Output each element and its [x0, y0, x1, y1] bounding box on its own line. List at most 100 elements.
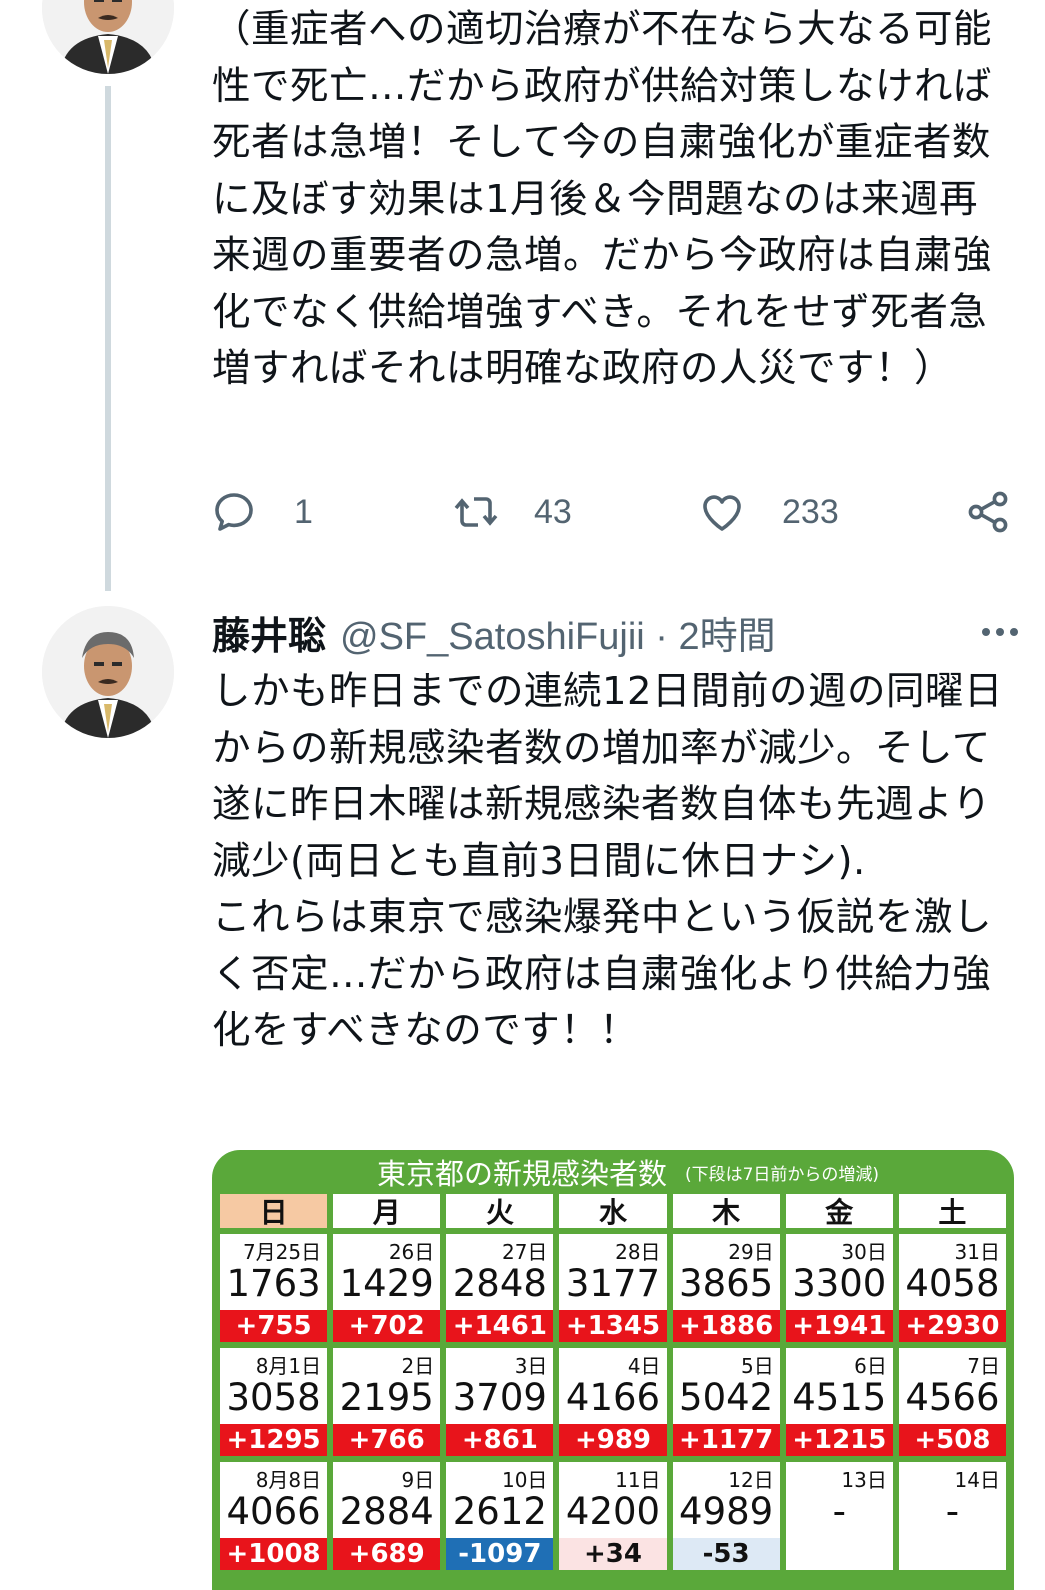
- day-cell: 10日 2612 -1097: [446, 1462, 554, 1570]
- day-cell: 13日 -: [785, 1462, 893, 1570]
- day-new-cases: -: [945, 1490, 960, 1533]
- tweet-avatar[interactable]: [42, 606, 174, 738]
- day-new-cases: -: [832, 1490, 846, 1533]
- like-count: 233: [782, 492, 839, 531]
- retweet-button[interactable]: 43: [452, 482, 572, 542]
- day-date: 8月8日: [255, 1468, 322, 1492]
- day-new-cases: 4058: [905, 1262, 1000, 1305]
- day-new-cases: 4066: [226, 1490, 321, 1533]
- day-date: 4日: [627, 1354, 661, 1378]
- day-new-cases: 4515: [792, 1376, 887, 1419]
- day-new-cases: 3058: [226, 1376, 321, 1419]
- day-cell: 7日 4566 +508: [898, 1348, 1006, 1456]
- cases-table: 日月火水木金土 7月25日 1763 +755 26日 1429 +702 27日 2848 +1…: [220, 1194, 1006, 1576]
- day-change: +689: [333, 1538, 441, 1570]
- day-date: 3日: [514, 1354, 548, 1378]
- more-icon-dot: [996, 628, 1004, 636]
- day-date: 31日: [954, 1240, 1000, 1264]
- share-button[interactable]: [964, 482, 1012, 542]
- day-change: -1097: [446, 1538, 554, 1570]
- day-date: 28日: [615, 1240, 661, 1264]
- table-title-bar: 東京都の新規感染者数 (下段は7日前からの増減): [212, 1150, 1014, 1194]
- day-date: 6日: [854, 1354, 887, 1378]
- day-change: -53: [672, 1538, 780, 1570]
- day-cell: 8月1日 3058 +1295: [220, 1348, 328, 1456]
- day-cell: 8月8日 4066 +1008: [220, 1462, 328, 1570]
- day-new-cases: 1763: [226, 1262, 321, 1305]
- day-cell: 29日 3865 +1886: [672, 1234, 780, 1342]
- tweet-actions-bar: 1 43 233: [0, 482, 1045, 542]
- day-change: +989: [559, 1424, 667, 1456]
- day-date: 12日: [728, 1468, 774, 1492]
- day-cell: 7月25日 1763 +755: [220, 1234, 328, 1342]
- tweet-header: 藤井聡 @SF_SatoshiFujii · 2時間: [212, 606, 1012, 658]
- day-change: +1345: [559, 1310, 667, 1342]
- avatar-photo-icon: [42, 606, 174, 738]
- day-new-cases: 3709: [452, 1376, 547, 1419]
- day-date: 11日: [615, 1468, 661, 1492]
- reply-button[interactable]: 1: [210, 482, 313, 542]
- day-change: +2930: [898, 1310, 1006, 1342]
- day-cell: 2日 2195 +766: [333, 1348, 441, 1456]
- day-date: 8月1日: [255, 1354, 322, 1378]
- day-new-cases: 4989: [679, 1490, 774, 1533]
- weekday-header: 金: [785, 1194, 893, 1229]
- day-date: 9日: [401, 1468, 435, 1492]
- day-cell: 9日 2884 +689: [333, 1462, 441, 1570]
- retweet-count: 43: [534, 492, 572, 531]
- day-change: +508: [898, 1424, 1006, 1456]
- like-icon: [703, 495, 741, 531]
- day-change: +34: [559, 1538, 667, 1570]
- day-date: 29日: [728, 1240, 774, 1264]
- reply-count: 1: [294, 492, 313, 531]
- day-cell: 12日 4989 -53: [672, 1462, 780, 1570]
- day-change: +755: [220, 1310, 328, 1342]
- tweet-text: しかも昨日までの連続12日間前の週の同曜日からの新規感染者数の増加率が減少。そし…: [212, 669, 1003, 1053]
- day-cell: 28日 3177 +1345: [559, 1234, 667, 1342]
- day-date: 5日: [740, 1354, 774, 1378]
- day-cell: 11日 4200 +34: [559, 1462, 667, 1570]
- tweet-media-image[interactable]: 東京都の新規感染者数 (下段は7日前からの増減) 日月火水木金土 7月25日 176…: [212, 1150, 1014, 1590]
- day-date: 26日: [388, 1240, 435, 1264]
- like-button[interactable]: 233: [698, 482, 839, 542]
- day-change: [898, 1538, 1006, 1570]
- day-change: +1008: [220, 1538, 328, 1570]
- weekday-header: 日: [220, 1194, 328, 1229]
- table-title: 東京都の新規感染者数: [376, 1157, 667, 1191]
- day-new-cases: 2612: [452, 1490, 547, 1533]
- day-date: 30日: [841, 1240, 887, 1264]
- day-date: 7月25日: [242, 1240, 322, 1264]
- day-new-cases: 2884: [339, 1490, 434, 1533]
- day-new-cases: 4166: [565, 1376, 661, 1419]
- more-icon: [982, 628, 990, 636]
- day-new-cases: 5042: [679, 1376, 774, 1419]
- day-change: +1215: [785, 1424, 893, 1456]
- day-new-cases: 4200: [565, 1490, 661, 1533]
- day-cell: 4日 4166 +989: [559, 1348, 667, 1456]
- day-new-cases: 3865: [679, 1262, 774, 1305]
- day-cell: 27日 2848 +1461: [446, 1234, 554, 1342]
- prev-tweet-text: （重症者への適切治療が不在なら大なる可能性で死亡…だから政府が供給対策しなければ…: [212, 7, 993, 391]
- day-change: +1177: [672, 1424, 780, 1456]
- day-cell: 3日 3709 +861: [446, 1348, 554, 1456]
- day-new-cases: 4566: [905, 1376, 1000, 1419]
- author-handle-time[interactable]: @SF_SatoshiFujii · 2時間: [340, 605, 776, 660]
- weekday-header: 土: [898, 1194, 1006, 1229]
- day-cell: 30日 3300 +1941: [785, 1234, 893, 1342]
- day-date: 2日: [401, 1354, 435, 1378]
- weekday-header: 水: [559, 1194, 667, 1229]
- retweet-icon: [454, 497, 498, 527]
- day-date: 7日: [967, 1354, 1000, 1378]
- day-change: +766: [333, 1424, 441, 1456]
- author-name[interactable]: 藤井聡: [212, 605, 326, 660]
- day-new-cases: 3300: [792, 1262, 887, 1305]
- day-date: 10日: [501, 1468, 548, 1492]
- day-date: 27日: [501, 1240, 548, 1264]
- more-options-button[interactable]: [975, 606, 1025, 658]
- day-cell: 31日 4058 +2930: [898, 1234, 1006, 1342]
- day-new-cases: 3177: [565, 1262, 661, 1305]
- avatar-photo-icon: [42, 0, 174, 74]
- day-new-cases: 1429: [339, 1262, 434, 1305]
- day-change: [785, 1538, 893, 1570]
- prev-tweet-avatar[interactable]: [42, 0, 174, 74]
